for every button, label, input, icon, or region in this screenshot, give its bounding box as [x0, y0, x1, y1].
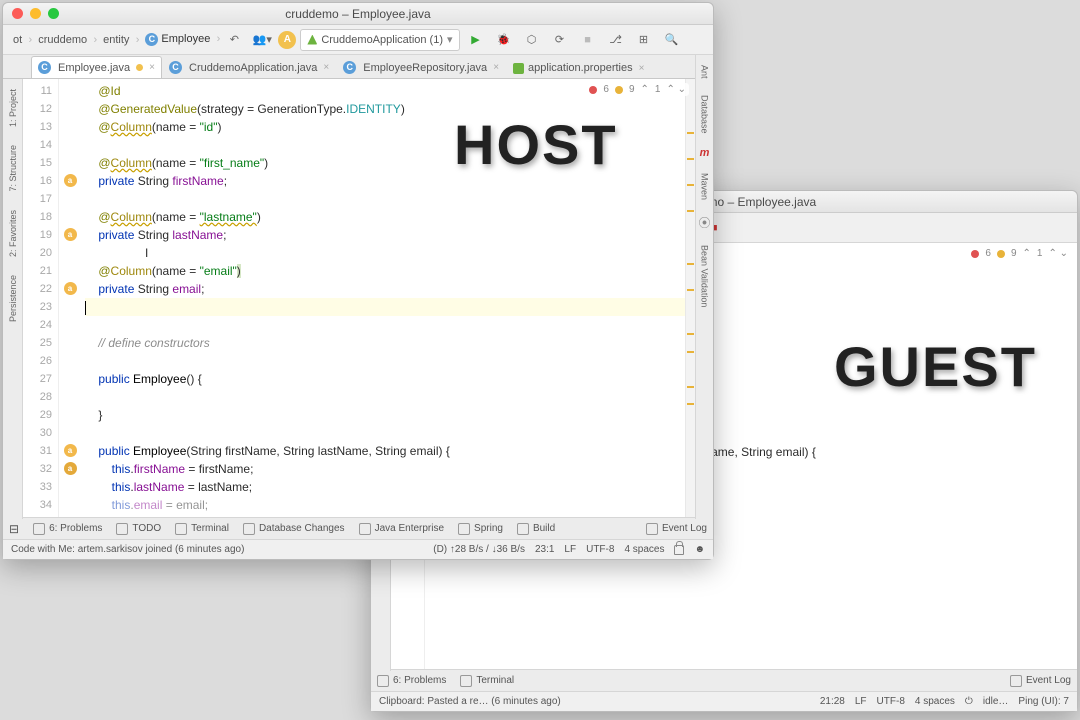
- host-status: Code with Me: artem.sarkisov joined (6 m…: [3, 539, 713, 559]
- hector-icon[interactable]: ☻: [694, 544, 705, 555]
- favorites-toolwindow[interactable]: 2: Favorites: [8, 208, 18, 259]
- host-inspections[interactable]: 6 9 ⌃1⌃ ⌄: [586, 83, 689, 96]
- warning-icon: [615, 86, 623, 94]
- host-right-stripe: Ant Database m Maven ⦿ Bean Validation: [695, 55, 713, 519]
- tw-eventlog[interactable]: Event Log: [1010, 675, 1071, 687]
- database-toolwindow[interactable]: Database: [700, 93, 710, 136]
- tab-props[interactable]: application.properties×: [506, 57, 651, 78]
- stop-icon[interactable]: ■: [576, 29, 600, 51]
- project-toolwindow[interactable]: 1: Project: [8, 87, 18, 129]
- caret: [85, 301, 86, 315]
- run-icon[interactable]: ▶: [464, 29, 488, 51]
- host-window: cruddemo – Employee.java ot cruddemo ent…: [2, 2, 714, 560]
- structure-toolwindow[interactable]: 7: Structure: [8, 143, 18, 194]
- tw-javaee[interactable]: Java Enterprise: [359, 523, 444, 535]
- host-line-gutter: 1112131415161718192021222324252627282930…: [23, 79, 59, 517]
- toolwin-menu-icon[interactable]: ⊟: [9, 522, 19, 536]
- host-toolwin-bar: ⊟ 6: Problems TODO Terminal Database Cha…: [3, 517, 713, 539]
- error-icon: [589, 86, 597, 94]
- persistence-toolwindow[interactable]: Persistence: [8, 273, 18, 324]
- host-toolbar: ot cruddemo entity Employee ↶ 👥▾ A Crudd…: [3, 25, 713, 55]
- host-editor[interactable]: 6 9 ⌃1⌃ ⌄ 111213141516171819202122232425…: [23, 79, 695, 517]
- tw-build[interactable]: Build: [517, 523, 555, 535]
- caret-pos[interactable]: 21:28: [820, 696, 845, 707]
- beanvalidation-toolwindow[interactable]: Bean Validation: [700, 243, 710, 309]
- breadcrumb-ot[interactable]: ot: [9, 33, 30, 47]
- status-msg: Code with Me: artem.sarkisov joined (6 m…: [11, 544, 244, 555]
- encoding[interactable]: UTF-8: [586, 544, 614, 555]
- tw-terminal[interactable]: Terminal: [460, 675, 514, 687]
- tab-employee[interactable]: Employee.java×: [31, 56, 162, 78]
- ping: Ping (UI): 7: [1018, 696, 1069, 707]
- tw-todo[interactable]: TODO: [116, 523, 161, 535]
- profile-icon[interactable]: ⟳: [548, 29, 572, 51]
- coverage-icon[interactable]: ⬡: [520, 29, 544, 51]
- line-sep[interactable]: LF: [855, 696, 867, 707]
- warning-icon: [997, 250, 1005, 258]
- tw-problems[interactable]: 6: Problems: [377, 675, 446, 687]
- tw-dbchanges[interactable]: Database Changes: [243, 523, 345, 535]
- indent[interactable]: 4 spaces: [915, 696, 955, 707]
- bean-icon: ⦿: [698, 214, 710, 231]
- guest-inspections[interactable]: 6 9 ⌃1⌃ ⌄: [968, 247, 1071, 260]
- idle: idle…: [983, 696, 1009, 707]
- close-icon[interactable]: ×: [493, 62, 499, 73]
- caret-pos[interactable]: 23:1: [535, 544, 554, 555]
- indent[interactable]: 4 spaces: [624, 544, 664, 555]
- tab-repo[interactable]: EmployeeRepository.java×: [336, 56, 506, 78]
- maven-toolwindow[interactable]: Maven: [700, 171, 710, 202]
- breadcrumb-entity[interactable]: entity: [99, 33, 137, 47]
- tw-eventlog[interactable]: Event Log: [646, 523, 707, 535]
- maven-icon[interactable]: m: [700, 147, 710, 159]
- modified-dot-icon: [136, 64, 143, 71]
- error-stripe[interactable]: [685, 79, 695, 517]
- layout-icon[interactable]: ⊞: [632, 29, 656, 51]
- debug-icon[interactable]: 🐞: [492, 29, 516, 51]
- git-icon[interactable]: ⎇: [604, 29, 628, 51]
- encoding[interactable]: UTF-8: [877, 696, 905, 707]
- line-sep[interactable]: LF: [564, 544, 576, 555]
- close-icon[interactable]: ×: [323, 62, 329, 73]
- nav-back-icon[interactable]: ↶: [222, 29, 246, 51]
- tw-spring[interactable]: Spring: [458, 523, 503, 535]
- status-msg: Clipboard: Pasted a re… (6 minutes ago): [379, 696, 561, 707]
- guest-status: Clipboard: Pasted a re… (6 minutes ago) …: [371, 691, 1077, 711]
- host-left-stripe: 1: Project 7: Structure 2: Favorites Per…: [3, 79, 23, 519]
- net-stat: (D) ↑28 B/s / ↓36 B/s: [433, 544, 525, 555]
- team-icon[interactable]: 👥▾: [250, 29, 274, 51]
- guest-toolwin-bar: 6: Problems Terminal Event Log: [371, 669, 1077, 691]
- host-title: cruddemo – Employee.java: [3, 7, 713, 21]
- avatar-a[interactable]: A: [278, 31, 296, 49]
- breadcrumb-cruddemo[interactable]: cruddemo: [34, 33, 95, 47]
- host-code[interactable]: @Id @GeneratedValue(strategy = Generatio…: [81, 79, 695, 517]
- host-run-config[interactable]: CruddemoApplication (1)▾: [300, 29, 459, 51]
- search-icon[interactable]: 🔍: [660, 29, 684, 51]
- tw-problems[interactable]: 6: Problems: [33, 523, 102, 535]
- close-icon[interactable]: ×: [639, 63, 645, 74]
- lock-icon[interactable]: [674, 545, 684, 555]
- host-icon-gutter: aaaaa: [59, 79, 81, 517]
- ant-toolwindow[interactable]: Ant: [700, 63, 710, 81]
- error-icon: [971, 250, 979, 258]
- host-tabbar: Employee.java× CruddemoApplication.java×…: [3, 55, 713, 79]
- tab-cruddemoapp[interactable]: CruddemoApplication.java×: [162, 56, 336, 78]
- close-icon[interactable]: ×: [149, 62, 155, 73]
- host-titlebar[interactable]: cruddemo – Employee.java: [3, 3, 713, 25]
- tw-terminal[interactable]: Terminal: [175, 523, 229, 535]
- breadcrumb-class[interactable]: Employee: [141, 32, 218, 47]
